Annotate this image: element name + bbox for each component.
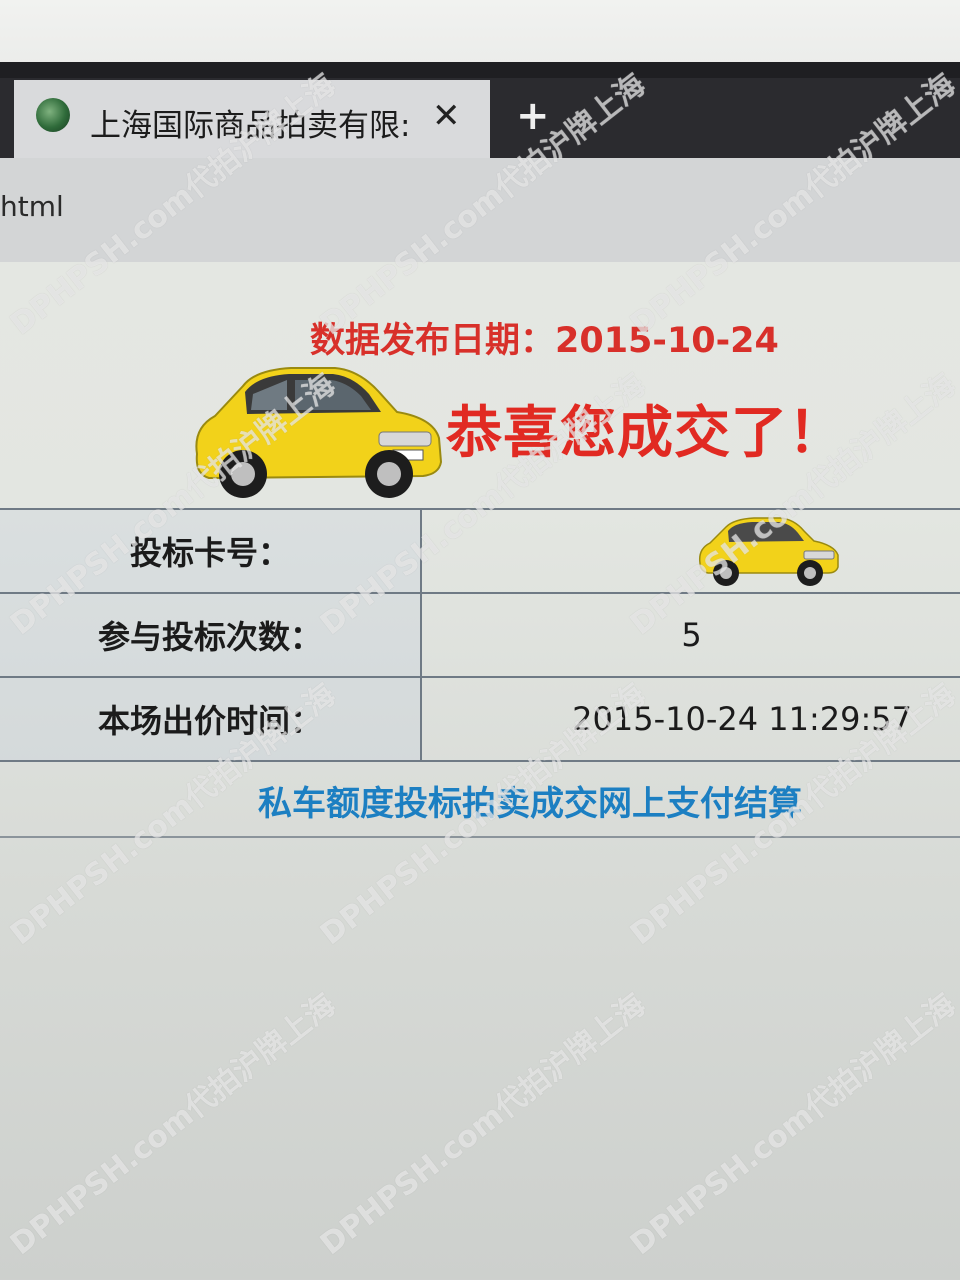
bid-count-label: 参与投标次数： xyxy=(0,592,422,678)
new-tab-button[interactable]: + xyxy=(516,96,550,136)
address-bar[interactable] xyxy=(0,158,960,262)
tab-title[interactable]: 上海国际商品拍卖有限: xyxy=(90,100,412,145)
result-table: 投标卡号： 参与投标次数： 5 本场出价时间： 2015-10-24 11:29… xyxy=(0,508,960,762)
car-image xyxy=(195,367,443,498)
online-payment-link[interactable]: 私车额度投标拍卖成交网上支付结算 xyxy=(0,776,960,825)
bid-time-value: 2015-10-24 11:29:57 xyxy=(421,676,960,762)
bid-card-value xyxy=(421,508,960,594)
close-icon[interactable]: ✕ xyxy=(432,96,461,136)
congrats-heading: 恭喜您成交了！ xyxy=(446,401,845,466)
globe-icon xyxy=(36,98,70,132)
release-date: 数据发布日期：2015-10-24 xyxy=(310,321,779,361)
table-row: 参与投标次数： 5 xyxy=(0,592,960,678)
car-image xyxy=(698,517,839,586)
bid-time-label: 本场出价时间： xyxy=(0,676,422,762)
divider xyxy=(0,836,960,838)
bid-count-value: 5 xyxy=(421,592,960,678)
bid-card-label: 投标卡号： xyxy=(0,508,422,594)
url-text[interactable]: html xyxy=(0,190,64,223)
table-row: 本场出价时间： 2015-10-24 11:29:57 xyxy=(0,676,960,762)
table-row: 投标卡号： xyxy=(0,508,960,594)
